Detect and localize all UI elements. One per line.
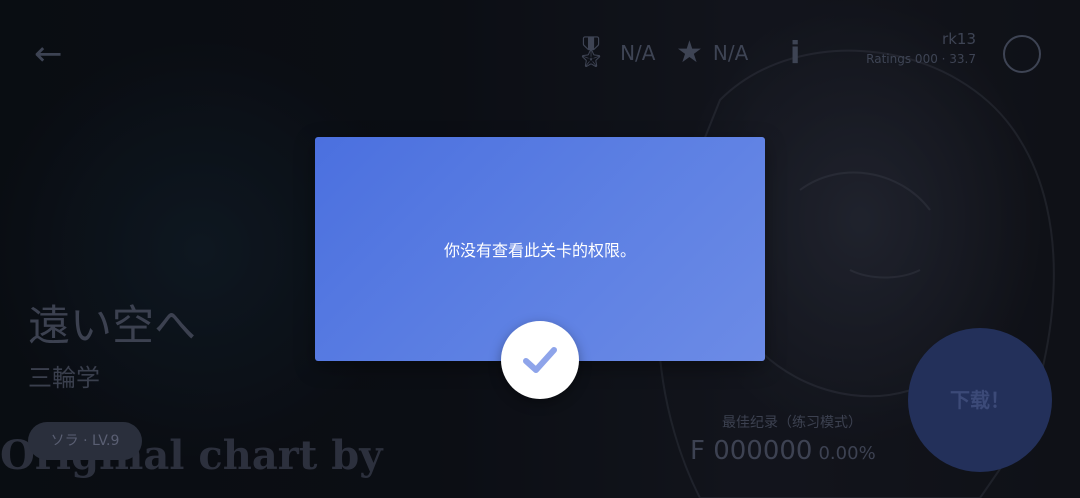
- medal-stat: 🎖 N/A: [572, 38, 655, 68]
- user-rating: Ratings 000 · 33.7: [866, 52, 976, 66]
- confirm-button[interactable]: [501, 321, 579, 399]
- level-artist: 三輪学: [28, 364, 100, 392]
- user-profile[interactable]: rk13 Ratings 000 · 33.7: [866, 30, 976, 66]
- medal-icon: 🎖: [572, 35, 611, 70]
- checkmark-icon: [523, 347, 557, 373]
- circle-icon[interactable]: [1003, 35, 1041, 73]
- best-record-label: 最佳纪录（练习模式）: [722, 415, 862, 431]
- arrow-left-icon: ←: [34, 34, 63, 74]
- accuracy-value: 0.00%: [818, 443, 876, 464]
- score-value: F 000000: [690, 436, 813, 466]
- dialog-message: 你没有查看此关卡的权限。: [443, 241, 636, 260]
- back-button[interactable]: ←: [34, 36, 70, 72]
- user-name: rk13: [942, 30, 976, 48]
- medal-value: N/A: [620, 41, 656, 65]
- star-stat: ★ N/A: [676, 38, 748, 68]
- star-value: N/A: [712, 41, 749, 65]
- difficulty-badge[interactable]: ソラ · LV.9: [28, 422, 142, 460]
- level-title: 遠い空へ: [28, 301, 197, 350]
- star-icon: ★: [676, 35, 703, 70]
- info-button[interactable]: i: [790, 36, 800, 71]
- best-record-score: F 000000 0.00%: [690, 436, 876, 466]
- info-icon: i: [790, 36, 801, 71]
- download-button[interactable]: 下载！: [908, 328, 1052, 472]
